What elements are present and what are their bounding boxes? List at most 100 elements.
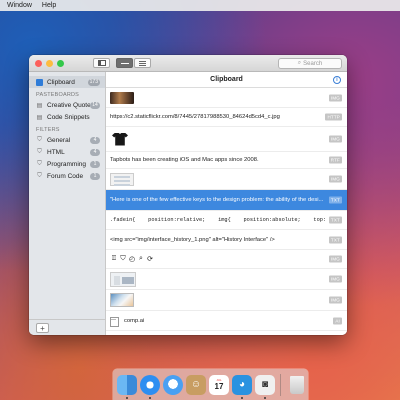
minimize-button[interactable] (46, 59, 53, 67)
menu-bar: Window Help (0, 0, 400, 11)
clip-text: "Here is one of the few effective keys t… (110, 197, 324, 203)
image-thumbnail (110, 271, 136, 287)
tshirt-icon (112, 132, 128, 146)
clock-icon: ◴ (128, 256, 136, 263)
sidebar-item-clipboard[interactable]: Clipboard 173 (29, 76, 105, 88)
menu-window[interactable]: Window (7, 2, 32, 9)
image-thumbnail (110, 293, 134, 307)
filter-icon: ⛉ (37, 148, 42, 155)
expanded-view-button[interactable] (134, 58, 151, 68)
sidebar-item-code-snippets[interactable]: ▤ Code Snippets (29, 111, 105, 123)
document-icon: ▤ (36, 114, 43, 121)
close-button[interactable] (35, 59, 42, 67)
sidebar-item-label: HTML (47, 148, 65, 156)
type-tag: HTTP (325, 113, 342, 121)
list-item[interactable]: IMG (106, 269, 347, 290)
clipboard-icon (36, 78, 43, 86)
icon-strip: ⍐ ⛉ ◴ ⌕ ⟳ (110, 255, 154, 263)
list-item[interactable]: "Here is one of the few effective keys t… (106, 190, 347, 211)
refresh-icon: ⟳ (147, 256, 153, 263)
sidebar-item-programming[interactable]: ⛉ Programming 1 (29, 158, 105, 170)
sidebar-item-html[interactable]: ⛉ HTML 4 (29, 146, 105, 158)
file-icon (110, 316, 119, 327)
list-item[interactable]: IMG (106, 290, 347, 311)
zoom-button[interactable] (57, 59, 64, 67)
sidebar: Clipboard 173 PASTEBOARDS ▤ Creative Quo… (29, 72, 106, 335)
messages-icon[interactable] (163, 374, 183, 395)
finder-icon[interactable] (117, 374, 137, 399)
paste-window: ⌕ Search Clipboard 173 PASTEBOARDS ▤ Cre… (29, 55, 347, 335)
list-item[interactable]: IMG (106, 88, 347, 108)
compact-list-icon (120, 62, 129, 64)
sidebar-item-label: Programming (47, 160, 87, 168)
list-item[interactable]: Tapbots has been creating iOS and Mac ap… (106, 152, 347, 169)
filter-icon: ⛉ (37, 172, 42, 179)
search-placeholder: Search (303, 60, 323, 67)
add-pasteboard-button[interactable]: + (36, 323, 49, 333)
menu-help[interactable]: Help (42, 2, 56, 9)
filter-icon: ⛉ (120, 255, 126, 262)
filter-icon: ⛉ (37, 136, 42, 143)
image-thumbnail (110, 172, 134, 186)
list-item[interactable]: .fadein{ position:relative; img{ positio… (106, 211, 347, 230)
image-thumbnail (110, 130, 130, 148)
calendar-day: 17 (214, 382, 224, 391)
pastebot-icon[interactable]: ◙ (255, 374, 275, 399)
pasteboards-header: PASTEBOARDS (36, 92, 80, 98)
share-icon: ⍐ (111, 255, 117, 262)
count-badge: 1 (90, 160, 100, 168)
list-item[interactable]: https://c2.staticflickr.com/8/7445/27817… (106, 108, 347, 127)
type-tag: TXT (328, 216, 342, 224)
calendar-icon[interactable]: JUL 17 (209, 374, 229, 395)
info-icon[interactable]: i (333, 76, 341, 84)
clip-text: https://c2.staticflickr.com/8/7445/27817… (110, 114, 280, 120)
type-tag: IMG (328, 175, 342, 183)
dock-separator (280, 373, 281, 396)
dock: ☺ JUL 17 ◕ ◙ (113, 369, 308, 400)
list-item[interactable]: ⍐ ⛉ ◴ ⌕ ⟳ IMG (106, 250, 347, 269)
search-field[interactable]: ⌕ Search (278, 58, 342, 69)
sidebar-item-label: Clipboard (47, 78, 75, 86)
list-item[interactable]: comp.ai AI (106, 311, 347, 331)
toggle-sidebar-button[interactable] (93, 58, 110, 68)
count-badge: 4 (90, 148, 100, 156)
sidebar-item-label: Creative Quotes (47, 101, 90, 109)
window-controls (35, 59, 68, 67)
title-bar: ⌕ Search (29, 55, 347, 72)
count-badge: 4 (90, 136, 100, 144)
type-tag: TXT (328, 236, 342, 243)
clip-list-panel: Clipboard i IMG https://c2.staticflickr.… (106, 72, 347, 335)
search-icon: ⌕ (139, 255, 143, 262)
clip-text: comp.ai (124, 317, 145, 324)
sidebar-icon (97, 60, 106, 66)
filter-icon: ⛉ (37, 160, 42, 167)
type-tag: RTF (328, 156, 342, 164)
sidebar-item-forum-code[interactable]: ⛉ Forum Code 1 (29, 170, 105, 182)
document-icon: ▤ (36, 102, 43, 109)
compact-view-button[interactable] (116, 58, 133, 68)
clip-text: Tapbots has been creating iOS and Mac ap… (110, 157, 259, 163)
type-tag: IMG (328, 255, 342, 263)
type-tag: IMG (328, 135, 342, 143)
list-item[interactable]: IMG (106, 169, 347, 190)
contacts-icon[interactable]: ☺ (186, 374, 206, 395)
image-thumbnail (110, 91, 134, 104)
list-icon (139, 60, 146, 66)
tweetbot-icon[interactable]: ◕ (232, 374, 252, 399)
clip-text: .fadein{ position:relative; img{ positio… (110, 217, 347, 223)
list-item[interactable]: <img src="img/interface_history_1.png" a… (106, 230, 347, 250)
search-icon: ⌕ (297, 60, 302, 66)
sidebar-item-general[interactable]: ⛉ General 4 (29, 134, 105, 146)
trash-icon[interactable] (290, 375, 304, 394)
sidebar-item-label: Code Snippets (47, 113, 90, 121)
safari-icon[interactable] (140, 374, 160, 399)
type-tag: IMG (328, 94, 342, 101)
type-tag: IMG (328, 296, 342, 304)
page-title: Clipboard i (106, 72, 347, 88)
sidebar-item-creative-quotes[interactable]: ▤ Creative Quotes 14 (29, 99, 105, 111)
list-item[interactable]: IMG (106, 127, 347, 152)
clip-text: <img src="img/interface_history_1.png" a… (110, 236, 275, 243)
sidebar-footer: + (29, 319, 105, 335)
count-badge: 173 (87, 78, 100, 86)
filters-header: FILTERS (36, 127, 60, 133)
